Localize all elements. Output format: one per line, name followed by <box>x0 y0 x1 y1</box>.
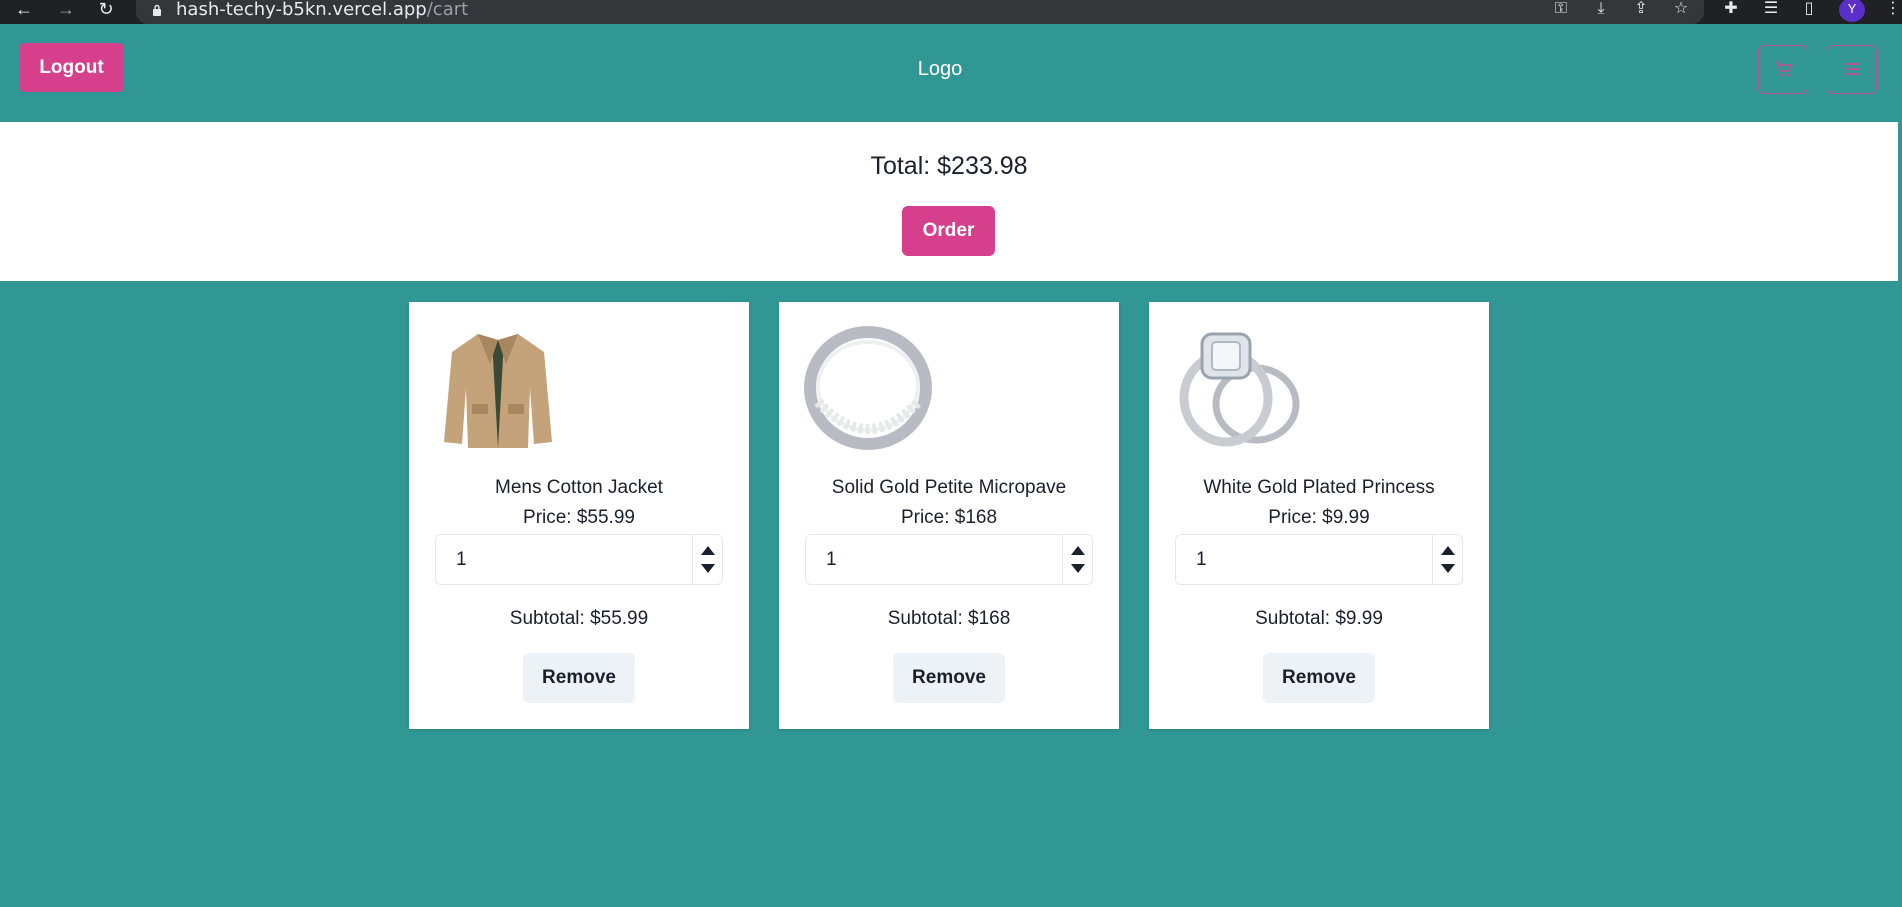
address-bar[interactable]: hash-techy-b5kn.vercel.app/cart <box>136 0 1704 24</box>
reload-icon[interactable]: ↻ <box>94 0 118 20</box>
item-title: Solid Gold Petite Micropave <box>831 477 1067 498</box>
increment-arrow-icon[interactable] <box>701 546 715 555</box>
quantity-value: 1 <box>456 549 467 570</box>
cart-summary: Total: $233.98 Order <box>0 122 1898 281</box>
order-button[interactable]: Order <box>902 206 995 256</box>
remove-button[interactable]: Remove <box>523 653 635 703</box>
bookmark-star-icon[interactable]: ☆ <box>1670 0 1692 20</box>
logout-button[interactable]: Logout <box>19 43 124 92</box>
quantity-input[interactable]: 1 <box>805 534 1093 585</box>
profile-avatar[interactable]: Y <box>1839 0 1865 22</box>
cart-total: Total: $233.98 <box>870 152 1028 180</box>
forward-icon[interactable]: → <box>54 0 78 20</box>
item-subtotal: Subtotal: $55.99 <box>509 608 649 629</box>
increment-arrow-icon[interactable] <box>1441 546 1455 555</box>
side-panel-icon[interactable]: ▯ <box>1798 0 1820 20</box>
decrement-arrow-icon[interactable] <box>1441 564 1455 573</box>
cart-button[interactable] <box>1758 45 1808 94</box>
remove-button[interactable]: Remove <box>893 653 1005 703</box>
decrement-arrow-icon[interactable] <box>1071 564 1085 573</box>
lock-icon <box>153 4 161 16</box>
quantity-stepper[interactable] <box>1062 535 1092 584</box>
quantity-stepper[interactable] <box>692 535 722 584</box>
key-icon[interactable]: ⚿ <box>1550 0 1572 20</box>
url-host: hash-techy-b5kn.vercel.app <box>176 0 427 20</box>
hamburger-icon <box>1845 63 1859 75</box>
item-price: Price: $55.99 <box>523 507 635 528</box>
url-path: /cart <box>426 0 469 20</box>
item-price: Price: $168 <box>900 507 998 528</box>
item-title: White Gold Plated Princess <box>1203 477 1435 498</box>
ring-band-image <box>804 326 932 450</box>
item-price: Price: $9.99 <box>1268 507 1370 528</box>
quantity-value: 1 <box>826 549 837 570</box>
quantity-input[interactable]: 1 <box>435 534 723 585</box>
quantity-input[interactable]: 1 <box>1175 534 1463 585</box>
item-subtotal: Subtotal: $9.99 <box>1255 608 1383 629</box>
jacket-image <box>444 334 552 448</box>
back-icon[interactable]: ← <box>12 0 36 20</box>
menu-dots-icon[interactable]: ⋮ <box>1882 0 1902 20</box>
item-title: Mens Cotton Jacket <box>495 477 663 498</box>
quantity-value: 1 <box>1196 549 1207 570</box>
url-text: hash-techy-b5kn.vercel.app/cart <box>176 0 468 20</box>
item-subtotal: Subtotal: $168 <box>887 608 1011 629</box>
increment-arrow-icon[interactable] <box>1071 546 1085 555</box>
navbar: Logout Logo <box>0 24 1898 122</box>
extensions-icon[interactable]: ✚ <box>1720 0 1742 20</box>
share-icon[interactable]: ⇪ <box>1630 0 1652 20</box>
cart-item-card: Solid Gold Petite Micropave Price: $168 … <box>779 302 1119 729</box>
cart-item-card: White Gold Plated Princess Price: $9.99 … <box>1149 302 1489 729</box>
decrement-arrow-icon[interactable] <box>701 564 715 573</box>
browser-toolbar: ← → ↻ hash-techy-b5kn.vercel.app/cart ⚿ … <box>0 0 1902 24</box>
logo[interactable]: Logo <box>900 58 980 81</box>
quantity-stepper[interactable] <box>1432 535 1462 584</box>
menu-button[interactable] <box>1827 45 1877 94</box>
cart-icon <box>1775 61 1792 77</box>
ring-set-image <box>1179 332 1300 447</box>
remove-button[interactable]: Remove <box>1263 653 1375 703</box>
download-icon[interactable]: ⤓ <box>1590 0 1612 20</box>
cart-item-card: Mens Cotton Jacket Price: $55.99 1 Subto… <box>409 302 749 729</box>
media-icon[interactable]: ☰ <box>1760 0 1782 20</box>
